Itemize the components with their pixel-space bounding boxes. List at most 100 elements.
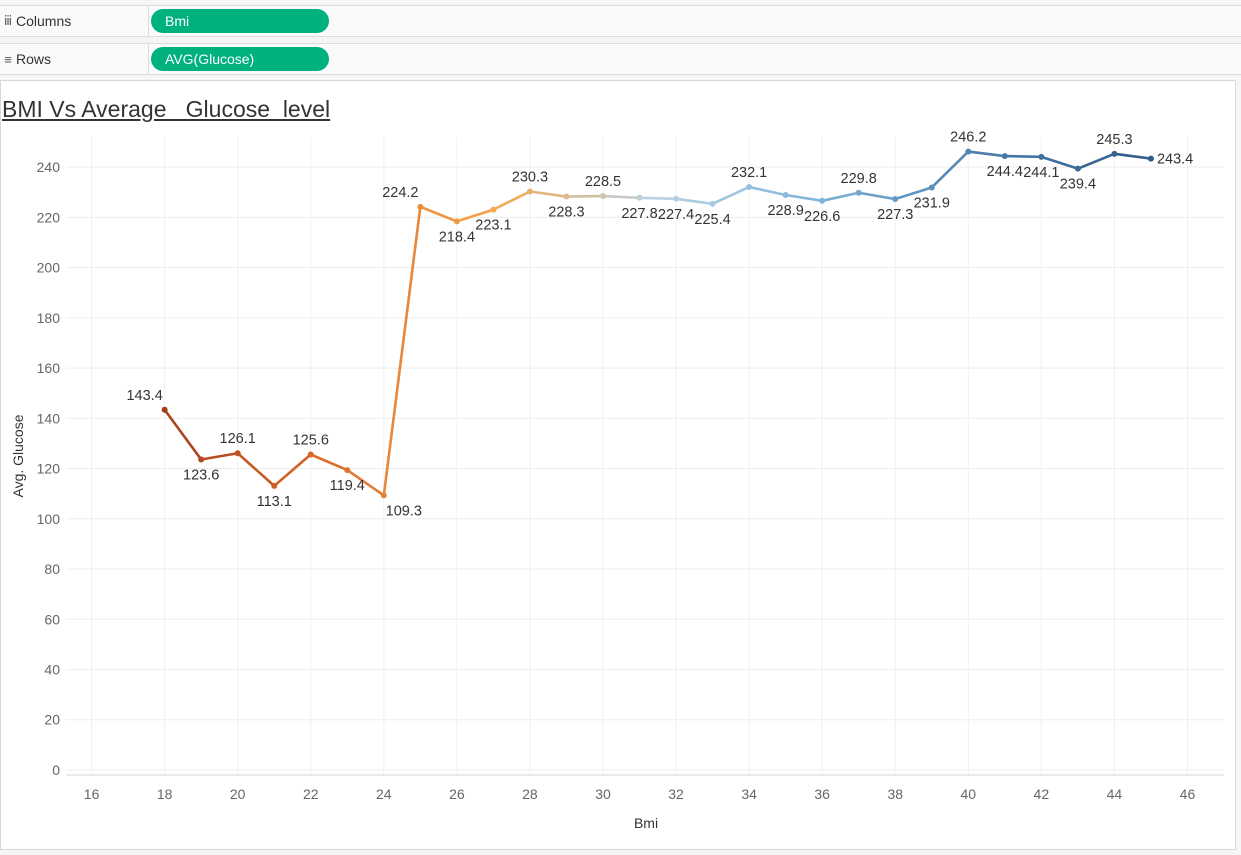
data-label: 227.3	[877, 207, 913, 223]
data-point[interactable]	[234, 450, 241, 457]
data-point[interactable]	[161, 406, 168, 413]
data-label: 123.6	[183, 468, 219, 484]
data-point[interactable]	[928, 184, 935, 191]
y-tick-label: 40	[44, 662, 60, 678]
data-label: 218.4	[439, 229, 475, 245]
line-segment	[1003, 154, 1043, 159]
line-segment	[309, 453, 349, 472]
data-point[interactable]	[782, 192, 789, 199]
line-chart: 16 18 20 22 24 26 28 30 32 34 36 38 40 42 44 46 0 20 40 60 8…	[10, 130, 1224, 831]
x-axis-title: Bmi	[634, 815, 658, 831]
data-point[interactable]	[819, 197, 826, 204]
x-tick-label: 44	[1107, 786, 1123, 802]
data-label: 113.1	[257, 494, 292, 510]
line-segment	[638, 196, 678, 201]
data-label: 125.6	[293, 432, 329, 448]
data-label: 143.4	[126, 388, 162, 404]
line-segment	[272, 453, 313, 488]
x-tick-label: 30	[595, 786, 611, 802]
data-label: 243.4	[1157, 152, 1193, 168]
data-point[interactable]	[490, 206, 497, 213]
data-point[interactable]	[709, 200, 716, 207]
y-axis-title: Avg. Glucose	[10, 414, 26, 497]
data-label: 232.1	[731, 165, 767, 181]
x-tick-label: 46	[1180, 786, 1196, 802]
data-label: 228.5	[585, 174, 621, 190]
data-point[interactable]	[1111, 150, 1118, 157]
data-point[interactable]	[198, 456, 205, 463]
data-label: 228.9	[767, 203, 803, 219]
data-point[interactable]	[746, 183, 753, 190]
data-label: 226.6	[804, 209, 840, 225]
data-point[interactable]	[636, 194, 643, 201]
x-tick-label: 22	[303, 786, 319, 802]
line-segment	[930, 150, 970, 189]
line-segment	[601, 194, 641, 200]
x-tick-label: 32	[668, 786, 684, 802]
line-segment	[747, 185, 787, 197]
data-label: 224.2	[382, 185, 418, 201]
line-segment	[711, 185, 751, 206]
x-tick-label: 28	[522, 786, 538, 802]
line-segment	[419, 205, 459, 223]
line-segment	[1113, 152, 1153, 160]
data-point[interactable]	[673, 195, 680, 202]
data-label: 225.4	[694, 212, 730, 228]
line-segment	[565, 194, 605, 198]
data-label: 228.3	[548, 205, 584, 221]
data-label: 109.3	[386, 503, 422, 519]
data-point[interactable]	[271, 482, 278, 489]
data-point[interactable]	[563, 193, 570, 200]
y-tick-label: 20	[44, 712, 60, 728]
x-tick-label: 34	[741, 786, 757, 802]
x-tick-label: 18	[157, 786, 173, 802]
data-point[interactable]	[1001, 153, 1008, 160]
line-segment	[966, 150, 1007, 158]
data-point[interactable]	[1147, 155, 1154, 162]
line-segment	[674, 197, 714, 206]
line-segment	[1076, 152, 1116, 170]
data-point[interactable]	[453, 218, 460, 225]
y-tick-label: 240	[37, 159, 61, 175]
data-point[interactable]	[526, 188, 533, 195]
line-segment	[163, 408, 203, 461]
data-label: 223.1	[475, 218, 511, 234]
y-tick-label: 100	[37, 511, 61, 527]
y-tick-label: 140	[37, 410, 61, 426]
data-label: 126.1	[220, 431, 256, 447]
y-tick-label: 160	[37, 360, 61, 376]
line-segment	[236, 451, 276, 488]
data-label: 239.4	[1060, 177, 1096, 193]
data-point[interactable]	[965, 148, 972, 155]
x-tick-label: 38	[887, 786, 903, 802]
data-point[interactable]	[855, 189, 862, 196]
x-tick-label: 20	[230, 786, 246, 802]
data-point[interactable]	[892, 196, 899, 203]
line-segment	[528, 190, 568, 198]
data-point[interactable]	[307, 451, 314, 458]
data-point[interactable]	[380, 492, 387, 499]
data-point[interactable]	[1074, 165, 1081, 172]
x-tick-label: 42	[1034, 786, 1050, 802]
y-tick-label: 60	[44, 611, 60, 627]
x-tick-label: 16	[84, 786, 100, 802]
data-point[interactable]	[417, 203, 424, 210]
line-segment	[199, 451, 239, 461]
y-tick-label: 180	[37, 310, 61, 326]
x-tick-label: 36	[814, 786, 830, 802]
data-label: 244.4	[987, 164, 1023, 180]
data-label: 227.4	[658, 207, 694, 223]
data-point[interactable]	[344, 467, 351, 474]
data-point[interactable]	[1038, 153, 1045, 160]
line-segment	[820, 191, 861, 203]
data-label: 245.3	[1096, 132, 1132, 148]
data-label: 227.8	[621, 206, 657, 222]
line-segment	[784, 193, 824, 203]
y-tick-label: 80	[44, 561, 60, 577]
x-tick-label: 26	[449, 786, 465, 802]
data-point[interactable]	[599, 193, 606, 200]
line-segment	[492, 190, 532, 211]
x-tick-label: 40	[961, 786, 977, 802]
data-label: 119.4	[330, 478, 365, 494]
y-tick-label: 220	[37, 209, 61, 225]
